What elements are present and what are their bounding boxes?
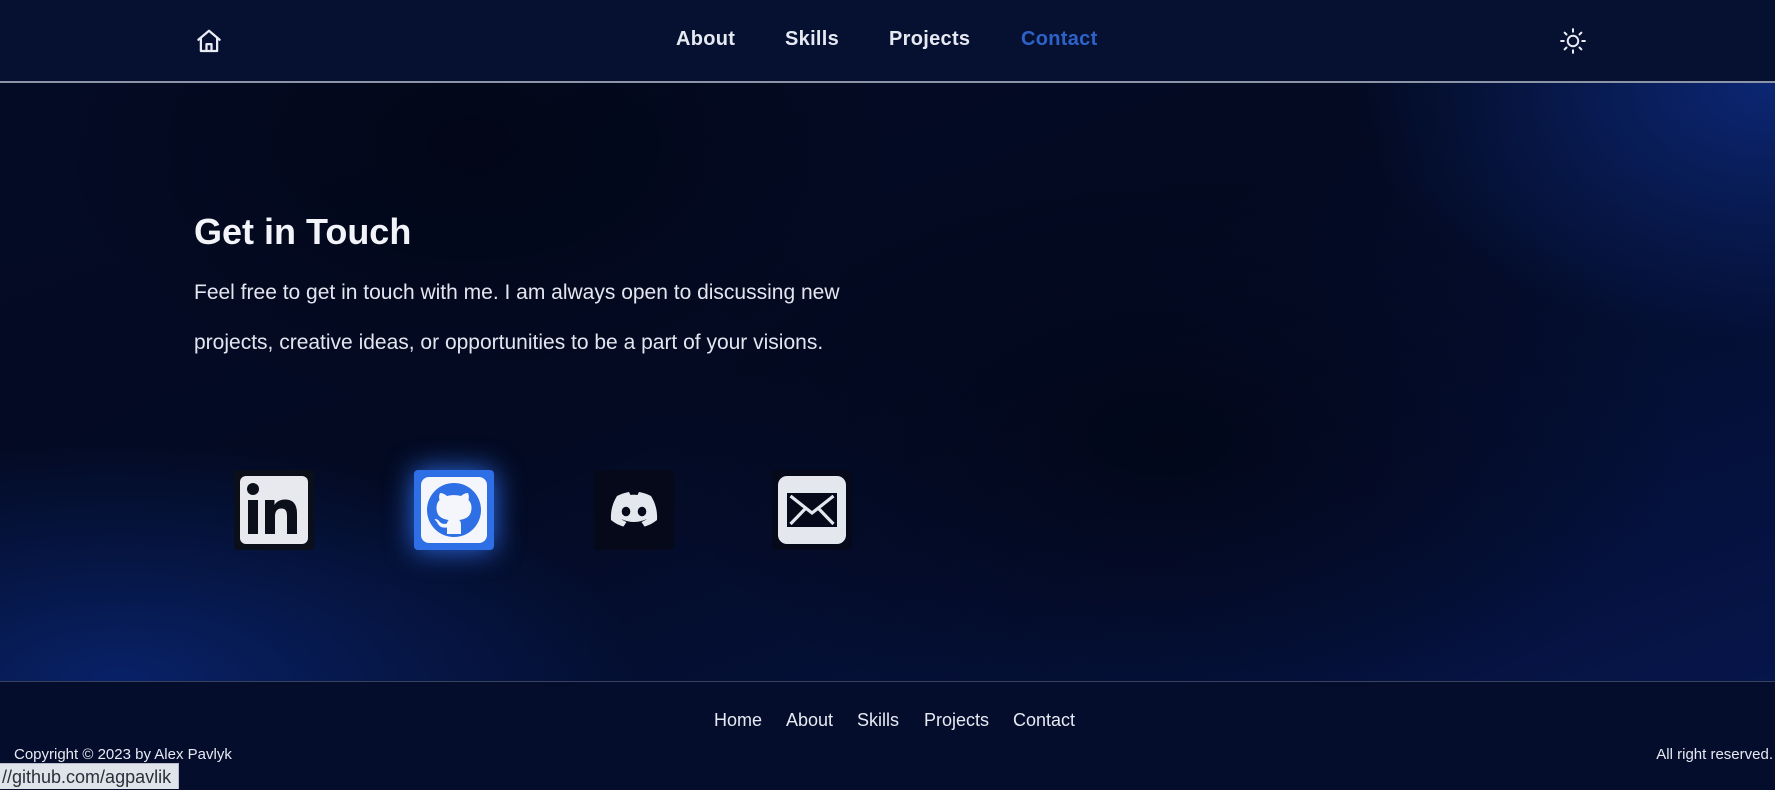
nav-contact[interactable]: Contact	[1021, 28, 1098, 51]
top-navbar: About Skills Projects Contact	[0, 0, 1775, 83]
rights-text: All right reserved.	[1656, 746, 1773, 763]
nav-about[interactable]: About	[676, 28, 735, 51]
github-icon	[414, 470, 494, 550]
section-title: Get in Touch	[194, 211, 412, 252]
linkedin-icon	[234, 470, 314, 550]
footer: Home About Skills Projects Contact Copyr…	[0, 681, 1775, 790]
nav-skills[interactable]: Skills	[785, 28, 839, 51]
linkedin-link[interactable]	[234, 470, 314, 550]
mail-icon	[772, 470, 852, 550]
discord-link[interactable]	[594, 470, 674, 550]
section-description: Feel free to get in touch with me. I am …	[194, 281, 840, 354]
footer-link-home[interactable]: Home	[714, 710, 762, 731]
contact-section: Get in Touch Feel free to get in touch w…	[0, 83, 1775, 681]
footer-link-skills[interactable]: Skills	[857, 710, 899, 731]
footer-link-about[interactable]: About	[786, 710, 833, 731]
footer-link-contact[interactable]: Contact	[1013, 710, 1075, 731]
copyright-text: Copyright © 2023 by Alex Pavlyk	[14, 746, 232, 763]
status-bar-url: //github.com/agpavlik	[0, 763, 180, 789]
nav-projects[interactable]: Projects	[889, 28, 970, 51]
main-nav: About Skills Projects Contact	[0, 28, 1775, 54]
discord-icon	[594, 470, 674, 550]
email-link[interactable]	[772, 470, 852, 550]
sun-icon[interactable]	[1558, 26, 1588, 56]
github-link[interactable]	[414, 470, 494, 550]
footer-link-projects[interactable]: Projects	[924, 710, 989, 731]
